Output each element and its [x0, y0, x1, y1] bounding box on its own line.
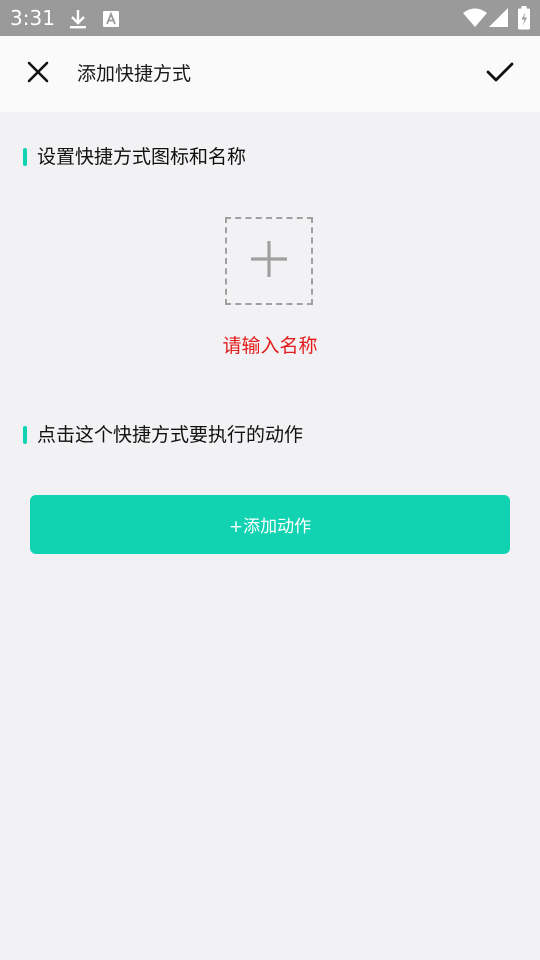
signal-icon	[489, 8, 509, 32]
section-header-action: 点击这个快捷方式要执行的动作	[23, 423, 303, 447]
status-bar: 3:31	[0, 0, 540, 36]
section-title-icon-name: 设置快捷方式图标和名称	[37, 146, 247, 168]
section-header-icon-name: 设置快捷方式图标和名称	[23, 145, 246, 169]
plus-icon	[249, 239, 289, 283]
wifi-icon	[463, 8, 487, 32]
section-accent-bar	[23, 426, 27, 444]
add-action-button[interactable]: +添加动作	[30, 495, 510, 554]
battery-charging-icon	[518, 6, 530, 34]
close-button[interactable]	[20, 56, 56, 92]
status-time: 3:31	[10, 6, 55, 30]
close-icon	[26, 60, 50, 88]
confirm-button[interactable]	[480, 56, 520, 92]
text-notification-icon	[102, 10, 120, 32]
shortcut-name-input[interactable]	[120, 330, 420, 362]
icon-picker-button[interactable]	[225, 217, 313, 305]
page-title: 添加快捷方式	[77, 63, 192, 85]
app-header: 添加快捷方式	[0, 36, 540, 112]
check-icon	[486, 61, 514, 87]
section-title-action: 点击这个快捷方式要执行的动作	[37, 424, 304, 446]
section-accent-bar	[23, 148, 27, 166]
download-icon	[68, 8, 88, 34]
